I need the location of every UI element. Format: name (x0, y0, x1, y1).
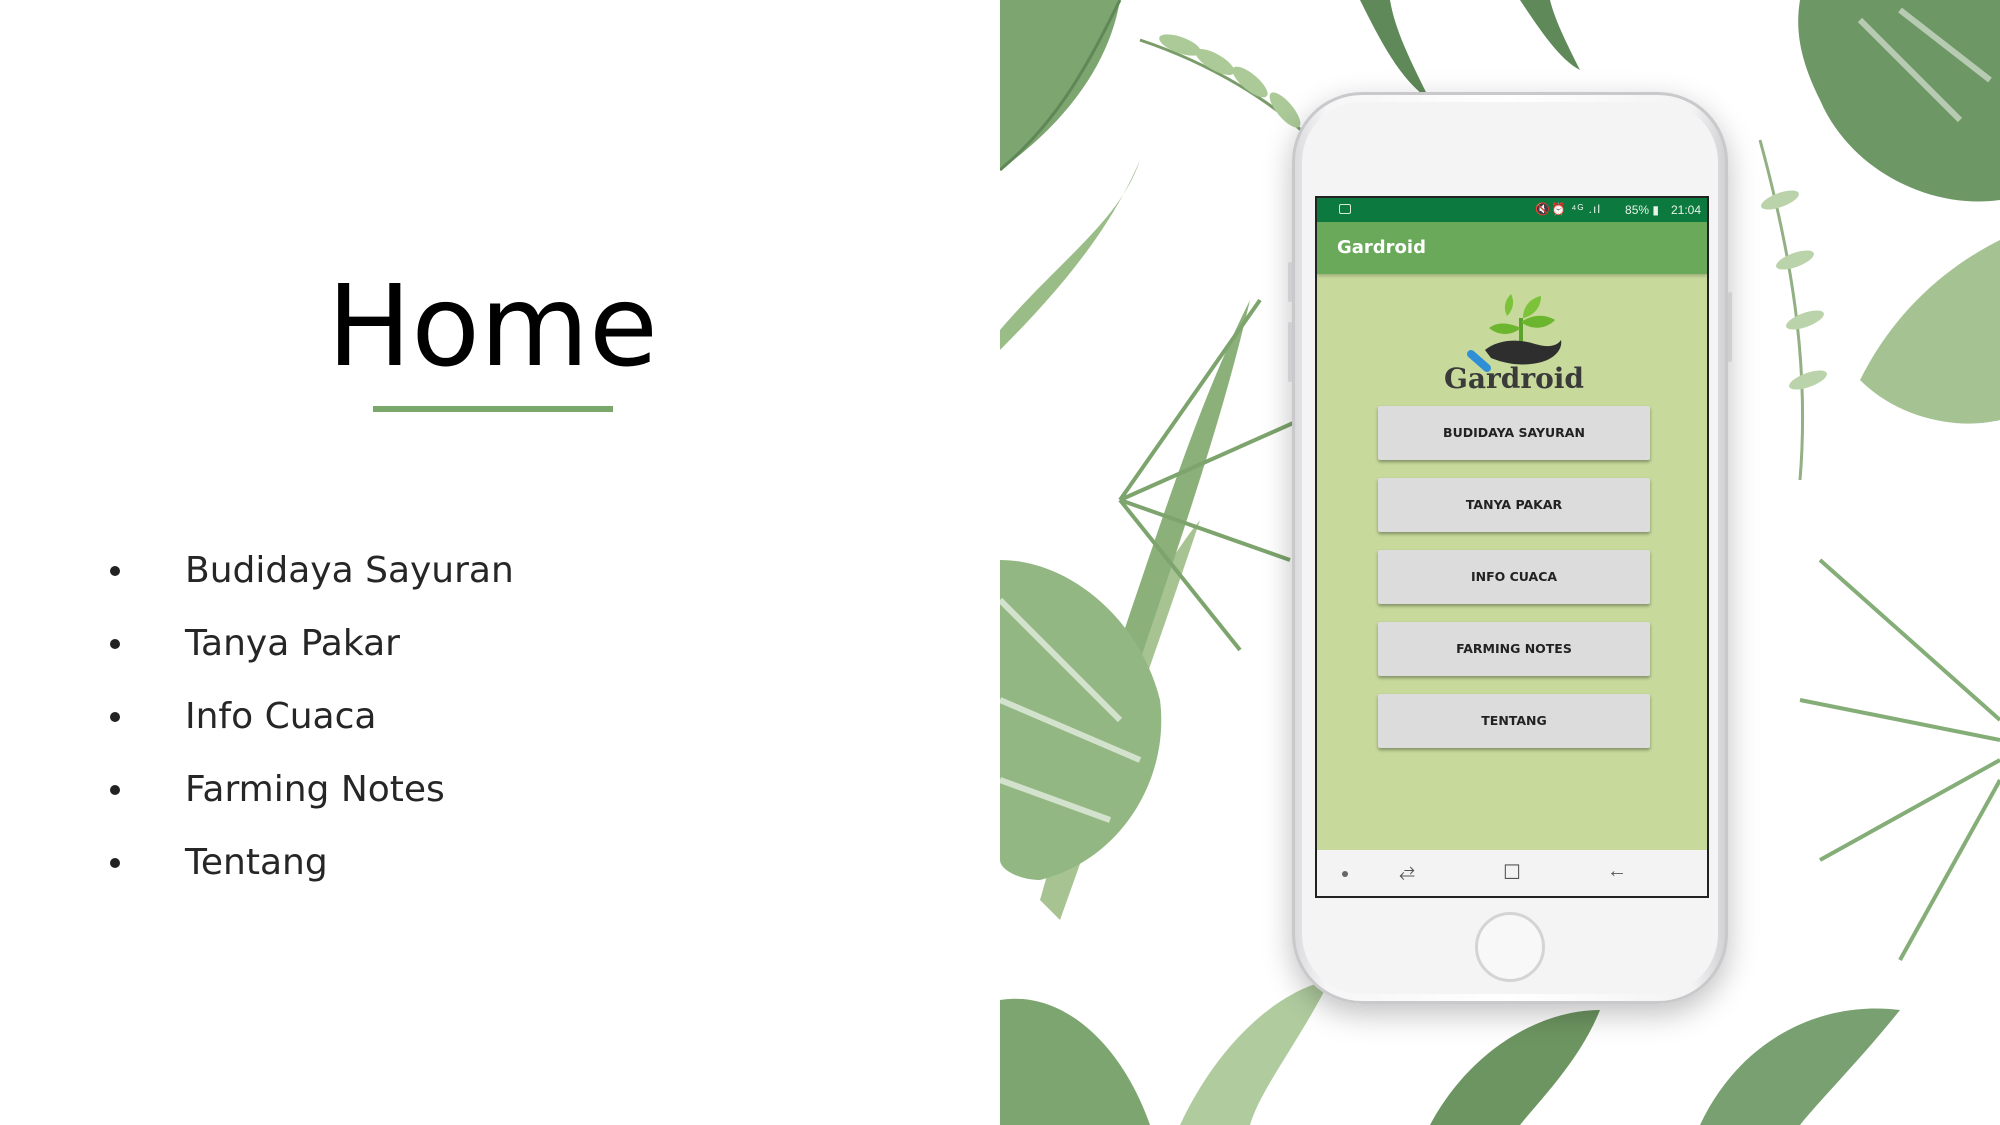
bullet-icon (110, 857, 120, 868)
back-icon[interactable]: ← (1607, 860, 1627, 883)
notification-icon (1339, 204, 1351, 214)
status-time: 21:04 (1670, 203, 1701, 217)
app-title: Gardroid (1337, 237, 1426, 258)
battery-indicator: 85% ▮ (1625, 203, 1659, 217)
menu-button-farming-notes[interactable]: FARMING NOTES (1378, 622, 1650, 676)
android-nav-bar: ⥄ ☐ ← (1317, 850, 1707, 896)
menu-button-info-cuaca[interactable]: INFO CUACA (1378, 550, 1650, 604)
smartphone-mockup: 🔇⏰ ⁴ᴳ .ıl 85% ▮ 21:04 Gardroid Gardroid … (1288, 92, 1732, 1004)
logo-wordmark: Gardroid (1443, 362, 1585, 395)
menu-button-tentang[interactable]: TENTANG (1378, 694, 1650, 748)
menu-button-tanya-pakar[interactable]: TANYA PAKAR (1378, 478, 1650, 532)
menu-button-budidaya-sayuran[interactable]: BUDIDAYA SAYURAN (1378, 406, 1650, 460)
recent-apps-icon[interactable]: ⥄ (1399, 860, 1415, 883)
slide-title: Home (327, 262, 658, 392)
slide-left-panel: Home Budidaya Sayuran Tanya Pakar Info C… (0, 0, 1000, 1125)
nav-dot-icon (1342, 871, 1348, 877)
power-button (1728, 292, 1732, 362)
slide-right-panel: 🔇⏰ ⁴ᴳ .ıl 85% ▮ 21:04 Gardroid Gardroid … (1000, 0, 2000, 1125)
bullet-icon (110, 711, 120, 722)
title-underline (373, 406, 613, 412)
volume-down-button (1288, 322, 1292, 382)
home-nav-icon[interactable]: ☐ (1503, 860, 1521, 885)
phone-screen: 🔇⏰ ⁴ᴳ .ıl 85% ▮ 21:04 Gardroid Gardroid … (1315, 196, 1709, 898)
physical-home-button[interactable] (1475, 912, 1545, 982)
app-toolbar: Gardroid (1317, 222, 1707, 274)
bullet-icon (110, 638, 120, 649)
bullet-icon (110, 784, 120, 795)
bullet-icon (110, 565, 120, 576)
status-icons: 🔇⏰ ⁴ᴳ .ıl (1535, 202, 1601, 216)
volume-up-button (1288, 262, 1292, 302)
android-status-bar: 🔇⏰ ⁴ᴳ .ıl 85% ▮ 21:04 (1317, 198, 1707, 222)
